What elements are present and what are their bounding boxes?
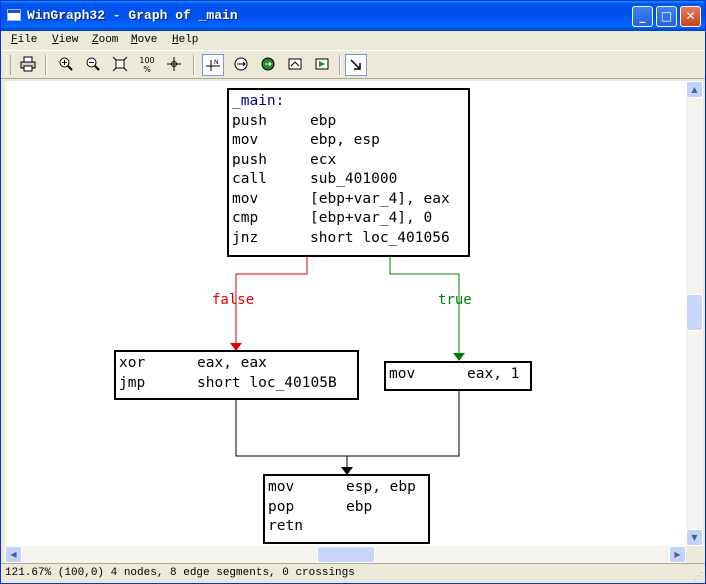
window-title: WinGraph32 - Graph of _main [27,8,238,23]
scroll-down-button[interactable]: ▼ [686,529,703,546]
merge-edge-left [235,400,348,467]
false-edge-label: false [212,292,255,308]
scroll-left-button[interactable]: ◀ [5,546,22,563]
rotate-icon[interactable] [284,54,306,76]
graph-canvas[interactable]: false true _main: push ebp mov ebp, esp pu… [5,81,686,546]
svg-text:N: N [214,59,219,66]
function-label: _main: [232,93,285,109]
instruction-row: jnz short loc_401056 [232,229,450,246]
menu-file[interactable]: File [11,34,37,46]
instruction-row: push ecx [232,151,337,168]
center-icon[interactable] [163,54,185,76]
resize-grip-icon[interactable]: ⋰ [693,571,703,582]
toolbar-separator [193,55,195,75]
instruction-row: cmp [ebp+var_4], 0 [232,210,433,226]
zoom-100-label: 100 [139,56,155,65]
app-icon [7,9,21,21]
true-edge-arrowhead [453,353,465,361]
instruction-row: call sub_401000 [232,171,398,187]
toolbar-separator [45,55,47,75]
instruction-row: mov ebp, esp [232,132,380,148]
smart-move-icon[interactable] [230,54,252,76]
toolbar-grip[interactable] [6,55,11,75]
zoom-100-icon[interactable]: 100% [136,54,158,76]
true-edge-label: true [438,292,472,308]
zoom-in-icon[interactable] [55,54,77,76]
instruction-row: mov [ebp+var_4], eax [232,190,450,207]
goto-node-icon[interactable] [257,54,279,76]
instruction-row: mov esp, ebp [268,479,416,495]
maximize-button[interactable]: □ [656,6,677,27]
horizontal-scroll-thumb[interactable] [317,546,375,563]
zoom-out-icon[interactable] [82,54,104,76]
instruction-row: pop ebp [268,498,373,515]
menu-zoom[interactable]: Zoom [92,34,118,46]
layout-icon[interactable]: N [202,54,224,76]
node-exit[interactable]: mov esp, ebp pop ebp retn [263,474,430,544]
app-window: WinGraph32 - Graph of _main _ □ ✕ File V… [0,0,706,584]
horizontal-scrollbar[interactable]: ◀ ▶ [5,546,686,563]
next-node-icon[interactable] [311,54,333,76]
scroll-right-button[interactable]: ▶ [669,546,686,563]
merge-edge-right [347,390,460,457]
menu-view[interactable]: View [52,34,78,46]
instruction-row: mov eax, 1 [389,366,520,382]
status-text: 121.67% (100,0) 4 nodes, 8 edge segments… [5,567,355,579]
toolbar: 100% N [1,50,705,79]
status-bar: 121.67% (100,0) 4 nodes, 8 edge segments… [1,563,705,583]
instruction-row: jmp short loc_40105B [119,374,337,391]
print-icon[interactable] [17,54,39,76]
fit-window-icon[interactable] [109,54,131,76]
instruction-row: push ebp [232,112,337,129]
close-button[interactable]: ✕ [680,6,701,27]
node-true-branch[interactable]: mov eax, 1 [384,361,532,391]
menu-help[interactable]: Help [172,34,198,46]
title-bar[interactable]: WinGraph32 - Graph of _main _ □ ✕ [1,1,705,31]
instruction-row: retn [268,518,303,534]
instruction-row: xor eax, eax [119,355,267,371]
follow-edge-icon[interactable] [345,54,367,76]
vertical-scrollbar[interactable]: ▲ ▼ [686,81,703,546]
vertical-scroll-thumb[interactable] [686,294,703,331]
scroll-up-button[interactable]: ▲ [686,81,703,98]
toolbar-separator [339,55,341,75]
node-entry[interactable]: _main: push ebp mov ebp, esp push ecx call s… [227,88,470,257]
minimize-button[interactable]: _ [632,6,653,27]
menu-move[interactable]: Move [131,34,157,46]
node-false-branch[interactable]: xor eax, eax jmp short loc_40105B [114,350,359,400]
menu-bar: File View Zoom Move Help [1,31,705,50]
